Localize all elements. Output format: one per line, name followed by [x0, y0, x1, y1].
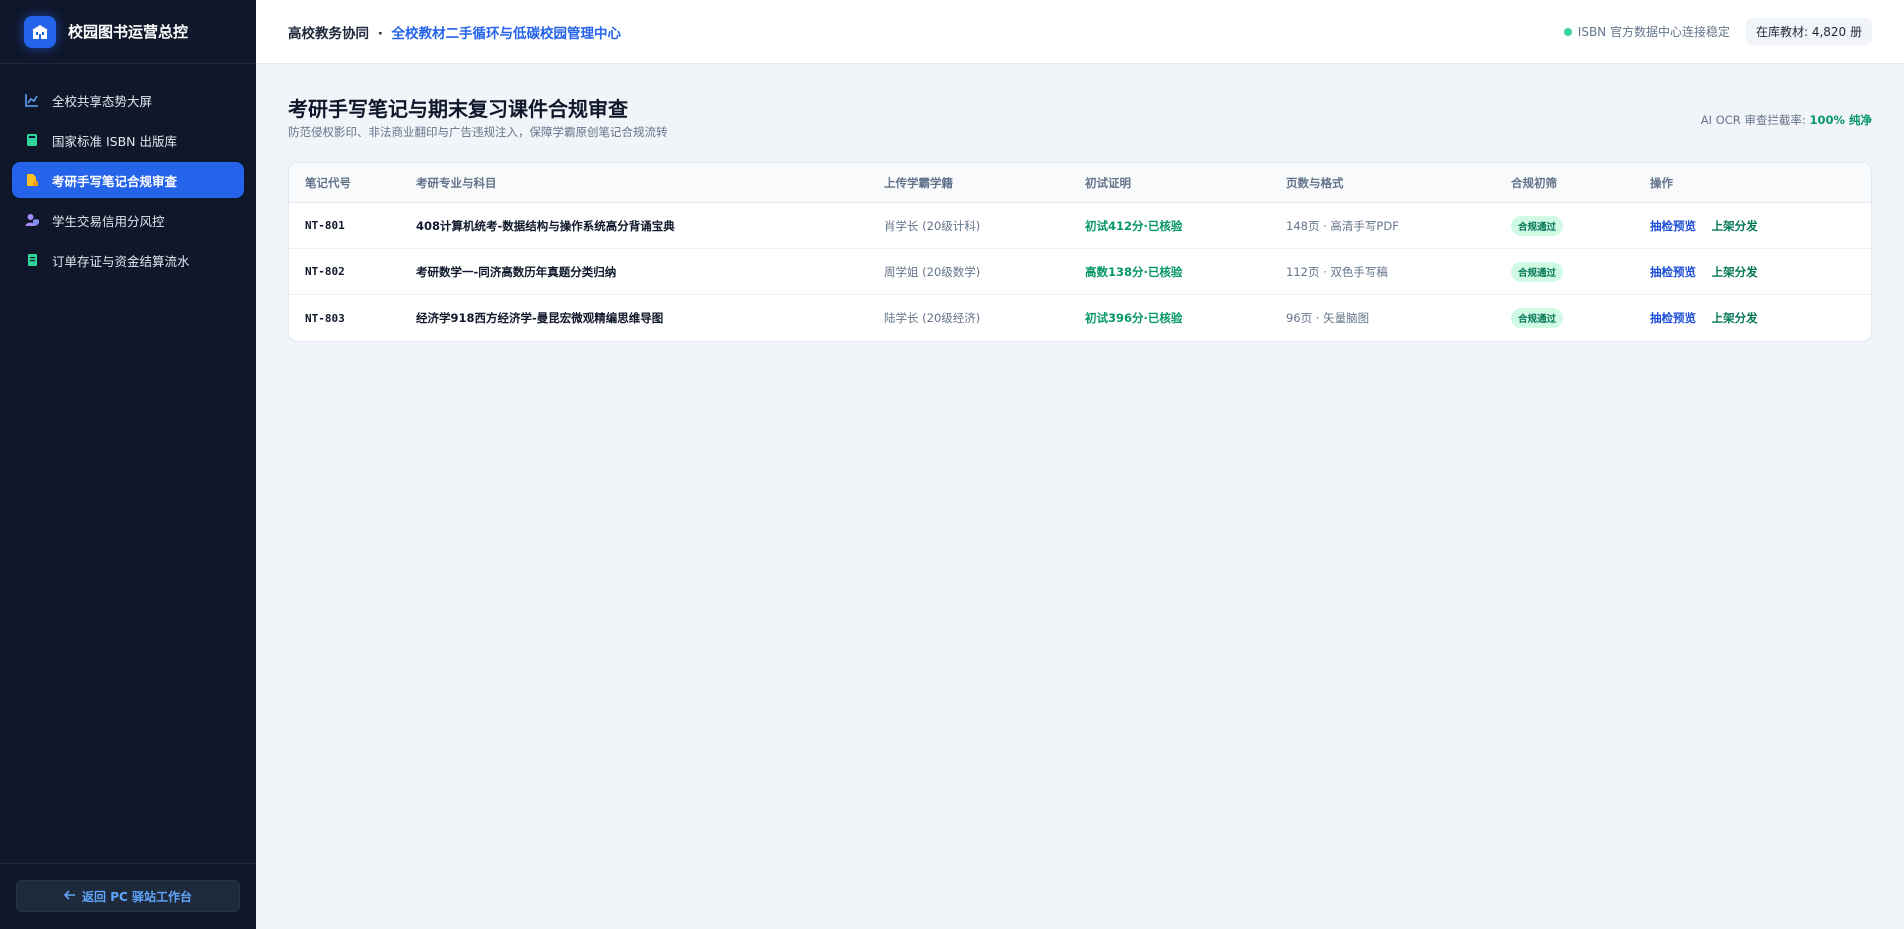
book-icon: [24, 132, 40, 148]
note-subject: 考研数学一-同济高数历年真题分类归纳: [416, 264, 617, 279]
user-shield-icon: [24, 212, 40, 228]
column-header-actions: 操作: [1650, 175, 1673, 190]
arrow-left-icon: [63, 889, 76, 904]
sidebar-item-settlement[interactable]: 订单存证与资金结算流水: [12, 242, 244, 278]
brand-title: 校园图书运营总控: [68, 23, 189, 41]
table-header: 笔记代号 考研专业与科目 上传学霸学籍 初试证明 页数与格式 合规初筛 操作: [289, 163, 1871, 203]
preview-sample-link[interactable]: 抽检预览: [1650, 265, 1696, 279]
connection-status-text: ISBN 官方数据中心连接稳定: [1577, 25, 1730, 39]
note-code: NT-801: [305, 219, 345, 232]
status-badge: 合规通过: [1511, 308, 1564, 328]
sidebar-footer: 返回 PC 驿站工作台: [0, 863, 256, 929]
table-row: NT-801 408计算机统考-数据结构与操作系统高分背诵宝典 肖学长 (20级…: [289, 203, 1871, 249]
column-header-proof: 初试证明: [1085, 175, 1131, 190]
breadcrumb-prefix: 高校教务协同: [288, 25, 369, 42]
table-row: NT-802 考研数学一-同济高数历年真题分类归纳 周学姐 (20级数学) 高数…: [289, 249, 1871, 295]
sidebar-item-credit-risk[interactable]: 学生交易信用分风控: [12, 202, 244, 238]
note-subject: 408计算机统考-数据结构与操作系统高分背诵宝典: [416, 218, 675, 233]
back-to-workstation-button[interactable]: 返回 PC 驿站工作台: [16, 880, 240, 912]
note-code: NT-802: [305, 265, 345, 278]
note-pages: 96页 · 矢量脑图: [1286, 311, 1370, 325]
ocr-rate-value: 100% 纯净: [1809, 113, 1872, 127]
sidebar-item-label: 订单存证与资金结算流水: [52, 253, 190, 269]
connection-status-dot-icon: [1563, 27, 1572, 36]
note-pages: 112页 · 双色手写稿: [1286, 264, 1388, 279]
note-subject: 经济学918西方经济学-曼昆宏微观精编思维导图: [416, 311, 664, 325]
ocr-rate-label: AI OCR 审查拦截率:: [1700, 113, 1806, 127]
note-uploader: 陆学长 (20级经济): [884, 311, 981, 325]
sidebar-item-label: 国家标准 ISBN 出版库: [52, 133, 177, 149]
page-title: 考研手写笔记与期末复习课件合规审查: [288, 97, 628, 121]
preview-sample-link[interactable]: 抽检预览: [1650, 219, 1696, 233]
note-proof: 初试396分·已核验: [1085, 311, 1183, 325]
sidebar-item-label: 考研手写笔记合规审查: [52, 173, 178, 189]
breadcrumb: 高校教务协同 · 全校教材二手循环与低碳校园管理中心: [288, 22, 621, 42]
column-header-code: 笔记代号: [305, 175, 351, 190]
notes-review-table: 笔记代号 考研专业与科目 上传学霸学籍 初试证明 页数与格式 合规初筛 操作 N…: [288, 162, 1872, 342]
note-code: NT-803: [305, 311, 345, 325]
back-button-label: 返回 PC 驿站工作台: [82, 889, 192, 904]
status-badge: 合规通过: [1511, 261, 1564, 282]
sidebar-item-label: 学生交易信用分风控: [52, 213, 165, 229]
publish-link[interactable]: 上架分发: [1712, 265, 1758, 279]
publish-link[interactable]: 上架分发: [1712, 219, 1758, 233]
breadcrumb-current: 全校教材二手循环与低碳校园管理中心: [391, 25, 622, 42]
note-pages: 148页 · 高清手写PDF: [1286, 218, 1399, 233]
column-header-status: 合规初筛: [1511, 175, 1557, 190]
publish-link[interactable]: 上架分发: [1712, 311, 1758, 325]
header-status-area: ISBN 官方数据中心连接稳定 在库教材: 4,820 册: [1563, 18, 1872, 45]
column-header-uploader: 上传学霸学籍: [884, 175, 953, 190]
file-edit-icon: [24, 172, 40, 188]
column-header-pages: 页数与格式: [1286, 175, 1344, 190]
top-header: 高校教务协同 · 全校教材二手循环与低碳校园管理中心 ISBN 官方数据中心连接…: [256, 0, 1904, 64]
page-subtitle: 防范侵权影印、非法商业翻印与广告违规注入，保障学霸原创笔记合规流转: [288, 125, 668, 139]
breadcrumb-separator: ·: [377, 25, 383, 42]
chart-line-icon: [24, 92, 40, 108]
table-row: NT-803 经济学918西方经济学-曼昆宏微观精编思维导图 陆学长 (20级经…: [289, 295, 1871, 341]
stock-count-badge: 在库教材: 4,820 册: [1745, 18, 1872, 45]
brand: 校园图书运营总控: [0, 0, 256, 64]
sidebar-item-isbn[interactable]: 国家标准 ISBN 出版库: [12, 122, 244, 158]
note-proof: 初试412分·已核验: [1085, 218, 1183, 233]
column-header-subject: 考研专业与科目: [416, 175, 497, 190]
sidebar-item-dashboard[interactable]: 全校共享态势大屏: [12, 82, 244, 118]
sidebar-item-label: 全校共享态势大屏: [52, 93, 153, 109]
sidebar: 校园图书运营总控 全校共享态势大屏 国家标准 ISBN 出版库 考研手写笔记合规…: [0, 0, 256, 929]
sidebar-item-notes-review[interactable]: 考研手写笔记合规审查: [12, 162, 244, 198]
main-content: 考研手写笔记与期末复习课件合规审查 防范侵权影印、非法商业翻印与广告违规注入，保…: [288, 96, 1872, 342]
receipt-icon: [24, 252, 40, 268]
note-uploader: 周学姐 (20级数学): [884, 264, 981, 279]
sidebar-nav: 全校共享态势大屏 国家标准 ISBN 出版库 考研手写笔记合规审查 学生交易信用…: [0, 64, 256, 863]
preview-sample-link[interactable]: 抽检预览: [1650, 311, 1696, 325]
status-badge: 合规通过: [1511, 215, 1564, 236]
ocr-intercept-rate: AI OCR 审查拦截率: 100% 纯净: [1701, 112, 1872, 128]
note-proof: 高数138分·已核验: [1085, 264, 1183, 279]
note-uploader: 肖学长 (20级计科): [884, 218, 981, 233]
page-header: 考研手写笔记与期末复习课件合规审查 防范侵权影印、非法商业翻印与广告违规注入，保…: [288, 96, 1872, 142]
school-building-icon: [24, 15, 56, 48]
